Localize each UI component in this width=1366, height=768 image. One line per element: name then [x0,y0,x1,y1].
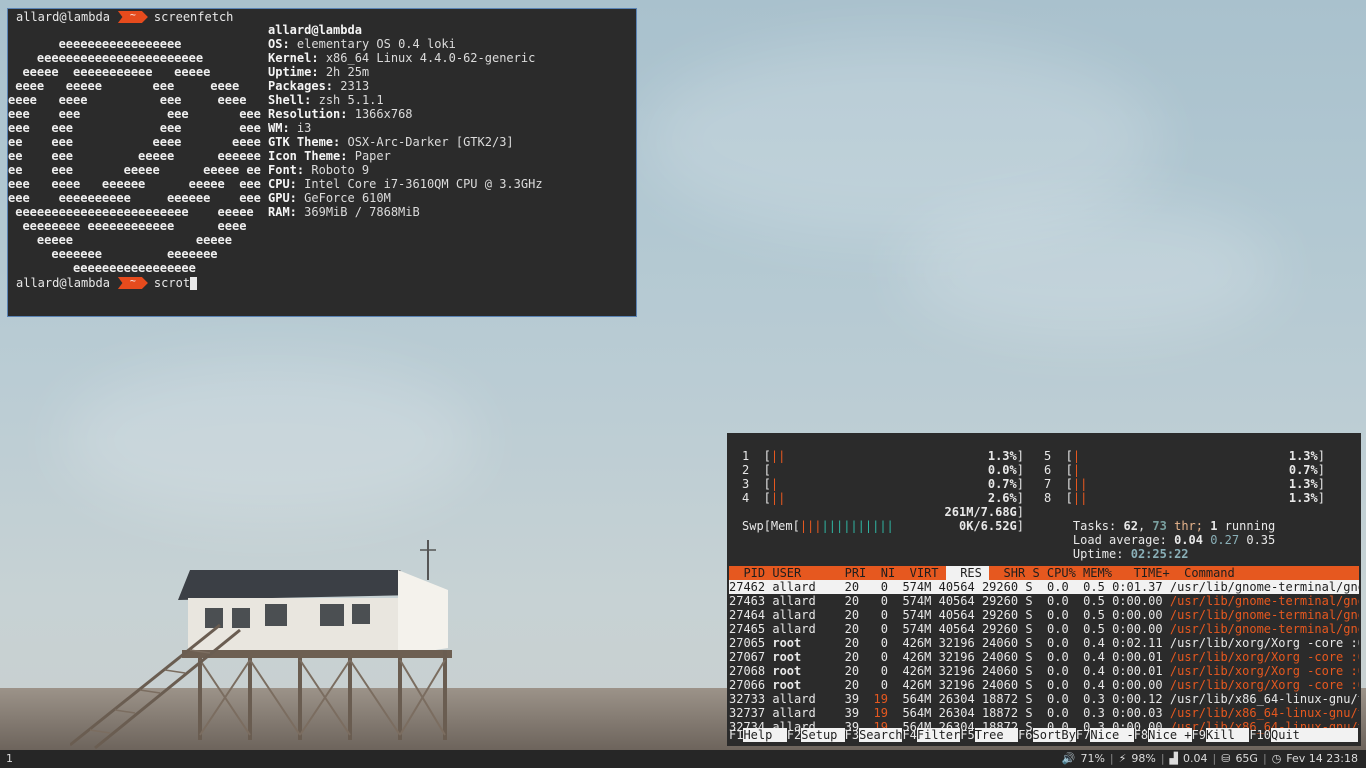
fkey-label-f7[interactable]: Nice - [1090,728,1134,742]
prompt-arrow-icon: ~ [117,277,148,289]
cpu-percent-8: 1.3%] [1288,491,1325,505]
cpu-meter-7: 7 [|| [1044,477,1088,491]
process-row[interactable]: 32737 allard 39 19 564M 26304 18872 S 0.… [729,706,1359,720]
fkey-f1: F1 [729,728,744,742]
mem-value: 261M/7.68G] [944,505,1024,519]
prompt-command-input[interactable]: scrot [154,276,190,290]
fkey-label-f4[interactable]: Filter [916,728,961,742]
i3-status-bar: 1 🔊 71% | ⚡ 98% | ▟ 0.04 | ⛁ 65G | ◷ Fev 14 23:18 [0,750,1366,768]
clock-icon: ◷ [1271,752,1282,765]
fkey-label-f2[interactable]: Setup [801,728,845,742]
cpu-meter-8: 8 [|| [1044,491,1088,505]
function-key-bar: F1Help F2Setup F3SearchF4FilterF5Tree F6… [729,728,1359,742]
info-row: Font: Roboto 9 [268,163,370,177]
process-row[interactable]: 27066 root 20 0 426M 32196 24060 S 0.0 0… [729,678,1359,692]
prompt-user-host: allard@lambda [16,10,110,24]
info-row: GPU: GeForce 610M [268,191,391,205]
process-table-header[interactable]: PID USER PRI NI VIRT RES SHR S CPU% MEM%… [729,566,1359,580]
system-info: allard@lambda OS: elementary OS 0.4 loki… [268,23,543,219]
cpu-percent-6: 0.7%] [1288,463,1325,477]
terminal-prompt-1: allard@lambda ~ screenfetch [16,10,233,24]
fkey-label-f3[interactable]: Search [859,728,903,742]
fkey-f5: F5 [960,728,975,742]
cpu-meter-3: 3 [| [742,477,779,491]
process-row[interactable]: 27068 root 20 0 426M 32196 24060 S 0.0 0… [729,664,1359,678]
disk-free: 65G [1235,752,1258,765]
info-row: Kernel: x86_64 Linux 4.4.0-62-generic [268,51,536,65]
info-row: Packages: 2313 [268,79,370,93]
terminal-window-screenfetch[interactable]: allard@lambda ~ screenfetch eeeeeeeeeeee… [7,8,637,317]
process-row[interactable]: 27463 allard 20 0 574M 40564 29260 S 0.0… [729,594,1359,608]
fkey-f9: F9 [1191,728,1206,742]
info-row: Uptime: 2h 25m [268,65,370,79]
mem-meter: Mem[||||||||||||| [770,519,894,533]
battery-level: 98% [1131,752,1156,765]
clock: Fev 14 23:18 [1286,752,1358,765]
disk-icon: ⛁ [1221,752,1231,765]
cpu-percent-7: 1.3%] [1288,477,1325,491]
cpu-percent-1: 1.3%] [987,449,1024,463]
info-row: Shell: zsh 5.1.1 [268,93,384,107]
cpu-percent-3: 0.7%] [987,477,1024,491]
fkey-label-f5[interactable]: Tree [974,728,1019,742]
fkey-f3: F3 [844,728,860,742]
process-row[interactable]: 32733 allard 39 19 564M 26304 18872 S 0.… [729,692,1359,706]
workspace-1-button[interactable]: 1 [6,750,13,768]
prompt-command: screenfetch [153,10,234,24]
volume-level: 71% [1080,752,1105,765]
process-row[interactable]: 27464 allard 20 0 574M 40564 29260 S 0.0… [729,608,1359,622]
load-average: Load average: 0.04 0.27 0.35 [1072,533,1276,547]
process-row[interactable]: 27065 root 20 0 426M 32196 24060 S 0.0 0… [729,636,1359,650]
cpu-percent-2: 0.0%] [987,463,1024,477]
info-row: CPU: Intel Core i7-3610QM CPU @ 3.3GHz [268,177,543,191]
prompt-arrow-icon: ~ [117,11,148,23]
process-row[interactable]: 27067 root 20 0 426M 32196 24060 S 0.0 0… [729,650,1359,664]
info-row: RAM: 369MiB / 7868MiB [268,205,420,219]
info-row: OS: elementary OS 0.4 loki [268,37,456,51]
sort-column-res: RES [945,566,990,580]
battery-icon: ⚡ [1118,752,1127,765]
volume-icon: 🔊 [1061,752,1076,765]
fkey-label-f8[interactable]: Nice + [1148,728,1192,742]
fkey-label-f1[interactable]: Help [743,728,787,742]
text-cursor [190,276,198,290]
fkey-label-f10[interactable]: Quit [1271,728,1358,742]
cpu-meter-5: 5 [| [1044,449,1081,463]
fkey-f2: F2 [786,728,802,742]
load-value: 0.04 [1183,752,1208,765]
fkey-f4: F4 [902,728,917,742]
info-row: GTK Theme: OSX-Arc-Darker [GTK2/3] [268,135,514,149]
process-row[interactable]: 27462 allard 20 0 574M 40564 29260 S 0.0… [729,580,1359,594]
terminal-window-htop[interactable]: 1 [|| 1.3%] 2 [ 0.0%] 3 [| 0.7%] 4 [|| 2.6%] 5 … [727,433,1361,746]
fkey-label-f9[interactable]: Kill [1205,728,1250,742]
cpu-percent-4: 2.6%] [987,491,1024,505]
cpu-percent-5: 1.3%] [1288,449,1325,463]
fkey-label-f6[interactable]: SortBy [1032,728,1076,742]
swap-meter: Swp[ [742,519,771,533]
info-title: allard@lambda [268,23,362,37]
stilt-house-image [70,540,452,750]
prompt-user-host: allard@lambda [16,276,110,290]
cpu-meter-2: 2 [ [742,463,771,477]
info-row: Resolution: 1366x768 [268,107,413,121]
tasks-summary: Tasks: 62, 73 thr; 1 running [1072,519,1276,533]
info-row: WM: i3 [268,121,312,135]
info-row: Icon Theme: Paper [268,149,391,163]
cpu-meter-1: 1 [|| [742,449,786,463]
distro-logo-ascii: eeeeeeeeeeeeeeeee eeeeeeeeeeeeeeeeeeeeee… [8,37,261,275]
uptime: Uptime: 02:25:22 [1072,547,1189,561]
swap-value: 0K/6.52G] [958,519,1024,533]
load-icon: ▟ [1169,752,1178,765]
process-row[interactable]: 27465 allard 20 0 574M 40564 29260 S 0.0… [729,622,1359,636]
fkey-f10: F10 [1249,728,1271,742]
fkey-f7: F7 [1075,728,1091,742]
cpu-meter-4: 4 [|| [742,491,786,505]
terminal-prompt-2[interactable]: allard@lambda ~ scrot [16,276,198,290]
fkey-f8: F8 [1133,728,1149,742]
cpu-meter-6: 6 [| [1044,463,1081,477]
fkey-f6: F6 [1018,728,1033,742]
